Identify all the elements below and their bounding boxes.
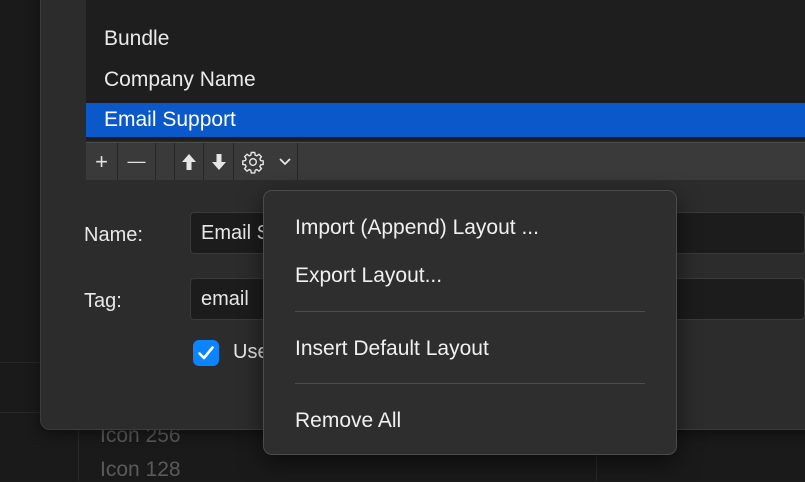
actions-menu-button[interactable] xyxy=(272,143,298,180)
move-down-button[interactable] xyxy=(204,143,234,180)
menu-item-import-layout[interactable]: Import (Append) Layout ... xyxy=(295,216,539,240)
list-item[interactable]: Bundle xyxy=(86,22,805,56)
list-toolbar: + — xyxy=(86,142,805,180)
plus-icon: + xyxy=(95,148,108,174)
menu-item-export-layout[interactable]: Export Layout... xyxy=(295,264,442,288)
arrow-down-icon xyxy=(211,153,226,170)
actions-popup-menu: Import (Append) Layout ... Export Layout… xyxy=(263,190,677,455)
menu-separator xyxy=(295,311,645,312)
move-up-button[interactable] xyxy=(174,143,204,180)
list-item-label: Company Name xyxy=(104,68,256,91)
checkmark-icon xyxy=(198,346,214,360)
chevron-down-icon xyxy=(279,158,290,165)
add-button[interactable]: + xyxy=(86,143,118,180)
menu-separator xyxy=(295,383,645,384)
use-checkbox[interactable] xyxy=(193,340,219,366)
name-label: Name: xyxy=(84,224,143,246)
remove-button[interactable]: — xyxy=(118,143,156,180)
background-list-item: Icon 128 xyxy=(100,458,181,481)
menu-item-remove-all[interactable]: Remove All xyxy=(295,409,401,433)
actions-button[interactable] xyxy=(234,143,272,180)
list-item-label: Bundle xyxy=(104,27,170,50)
tag-label: Tag: xyxy=(84,290,122,312)
gear-icon xyxy=(242,151,264,174)
menu-item-insert-default-layout[interactable]: Insert Default Layout xyxy=(295,337,489,361)
list-item-selected[interactable]: Email Support xyxy=(86,103,805,137)
arrow-up-icon xyxy=(182,153,196,170)
list-item-label: Email Support xyxy=(104,108,236,131)
layout-list[interactable]: Bundle Company Name Email Support xyxy=(86,0,805,141)
minus-icon: — xyxy=(127,151,146,171)
list-item[interactable]: Company Name xyxy=(86,63,805,97)
